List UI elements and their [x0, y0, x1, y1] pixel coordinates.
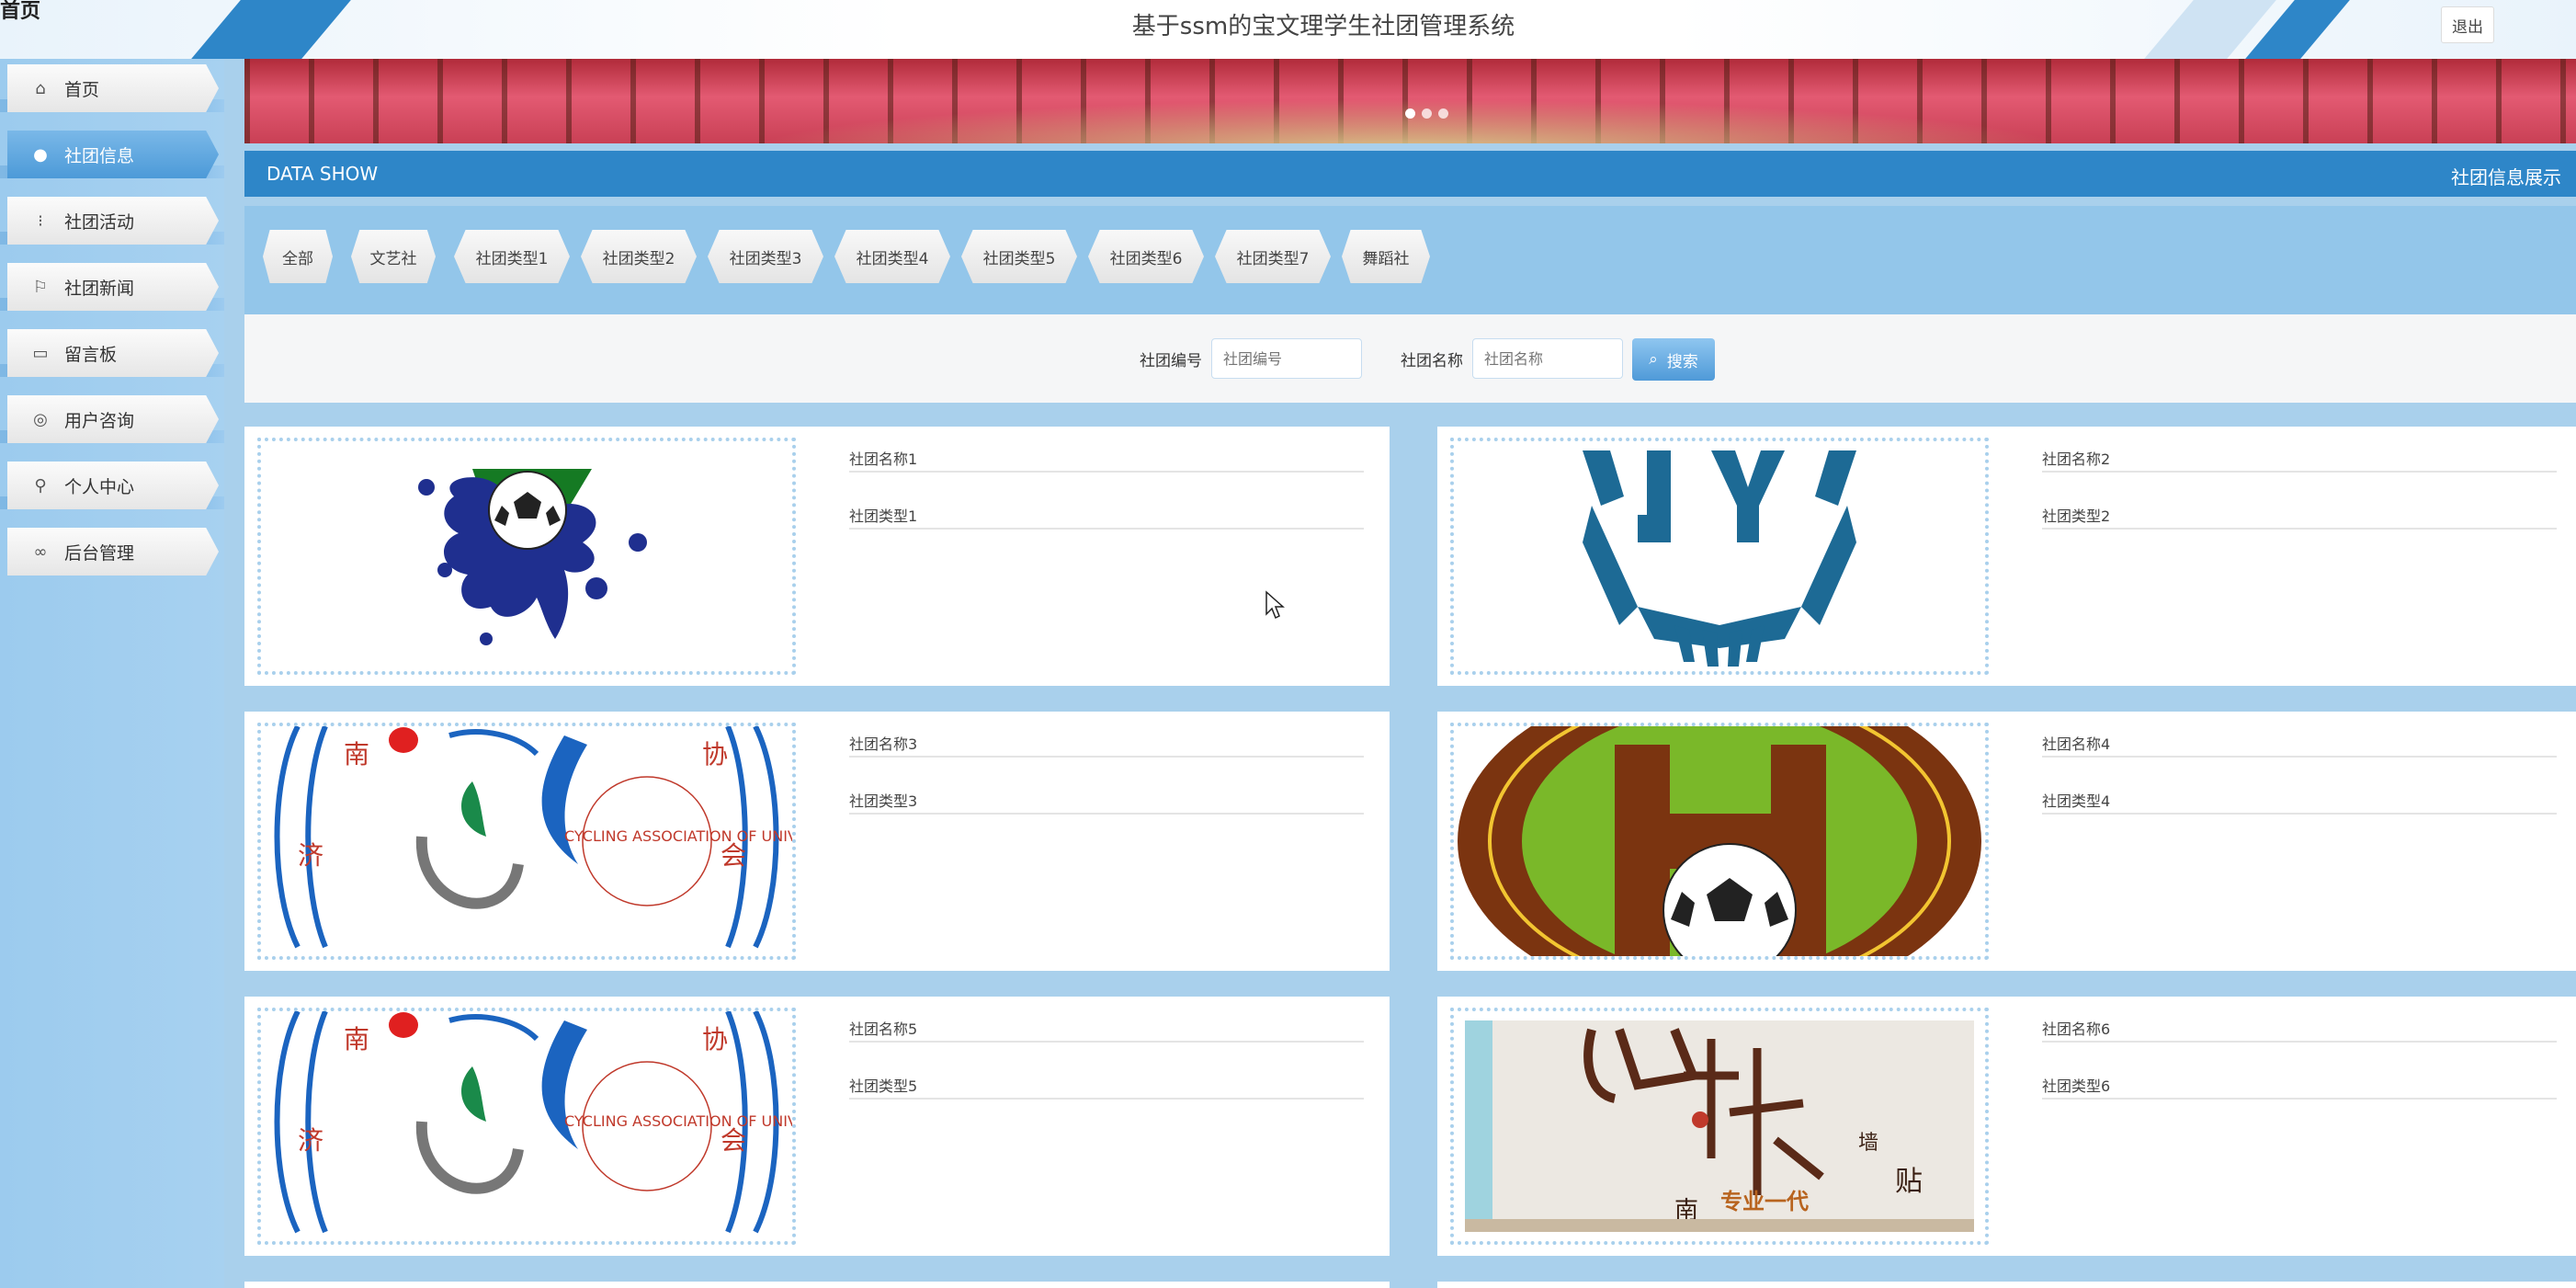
banner-carousel[interactable]	[244, 59, 2576, 143]
category-tab[interactable]: 社团类型3	[708, 230, 823, 283]
main-content: DATA SHOW 社团信息展示 全部 文艺社 社团类型1 社团类型2 社团类型…	[224, 59, 2576, 1288]
sidebar-item-label: 个人中心	[64, 476, 135, 497]
sidebar-item-label: 社团活动	[64, 211, 135, 233]
category-tab[interactable]: 社团类型1	[454, 230, 570, 283]
sliders-icon: ⁝	[38, 211, 43, 231]
club-name: 社团名称1	[849, 447, 1364, 473]
svg-text:济: 济	[298, 840, 323, 871]
sidebar-item-club-info[interactable]: ● 社团信息	[7, 131, 219, 178]
sidebar-item-label: 留言板	[64, 344, 118, 365]
club-card-partial	[244, 1282, 1390, 1288]
club-type: 社团类型3	[849, 789, 1364, 815]
sidebar-item-club-news[interactable]: ⚐ 社团新闻	[7, 263, 219, 311]
category-tab[interactable]: 社团类型4	[834, 230, 950, 283]
sidebar-item-label: 用户咨询	[64, 410, 135, 431]
club-logo-image[interactable]	[257, 438, 796, 675]
svg-text:协: 协	[702, 739, 728, 769]
club-name-label: 社团名称	[1401, 352, 1463, 370]
club-logo-image[interactable]: CYCLING ASSOCIATION OF UNIVERSITY OF JIN…	[257, 1008, 796, 1245]
sidebar-item-label: 后台管理	[64, 542, 135, 564]
search-bar: 社团编号 社团名称 ⌕ 搜索	[244, 314, 2576, 403]
club-type: 社团类型2	[2042, 504, 2557, 530]
search-icon: ⌕	[1649, 350, 1658, 369]
category-tab-all[interactable]: 全部	[263, 230, 333, 283]
site-title: 基于ssm的宝文理学生社团管理系统	[1131, 13, 1515, 40]
sidebar-item-personal-center[interactable]: ⚲ 个人中心	[7, 462, 219, 509]
club-type: 社团类型5	[849, 1074, 1364, 1100]
club-type: 社团类型6	[2042, 1074, 2557, 1100]
club-logo-image[interactable]: 南 专业一代 墙 贴	[1450, 1008, 1989, 1245]
sidebar-item-label: 首页	[64, 79, 100, 100]
top-header: 首页 基于ssm的宝文理学生社团管理系统 退出	[0, 0, 2576, 59]
club-card[interactable]: 社团名称2 社团类型2	[1437, 427, 2576, 686]
category-tab[interactable]: 社团类型5	[961, 230, 1077, 283]
home-icon: ⌂	[35, 78, 46, 98]
logout-button[interactable]: 退出	[2441, 6, 2494, 43]
category-tab[interactable]: 文艺社	[351, 230, 436, 283]
svg-text:济: 济	[298, 1125, 323, 1156]
club-card[interactable]: 南 专业一代 墙 贴 社团名称6 社团类型6	[1437, 997, 2576, 1256]
club-card[interactable]: 社团名称4 社团类型4	[1437, 712, 2576, 971]
section-title-cn: 社团信息展示	[2451, 166, 2561, 188]
club-name: 社团名称2	[2042, 447, 2557, 473]
club-logo-image[interactable]: CYCLING ASSOCIATION OF UNIVERSITY OF JIN…	[257, 723, 796, 960]
carousel-dot[interactable]	[1438, 108, 1448, 119]
circle-icon: ●	[33, 144, 48, 165]
club-type: 社团类型1	[849, 504, 1364, 530]
section-header: DATA SHOW 社团信息展示	[244, 151, 2576, 197]
category-tab[interactable]: 社团类型7	[1215, 230, 1331, 283]
svg-text:南: 南	[344, 739, 369, 769]
club-card-partial	[1437, 1282, 2576, 1288]
sidebar-item-label: 社团新闻	[64, 278, 135, 299]
carousel-dot[interactable]	[1405, 108, 1415, 119]
sidebar-item-user-consult[interactable]: ◎ 用户咨询	[7, 395, 219, 443]
club-card[interactable]: 社团名称1 社团类型1	[244, 427, 1390, 686]
club-name: 社团名称3	[849, 732, 1364, 758]
club-card[interactable]: CYCLING ASSOCIATION OF UNIVERSITY OF JIN…	[244, 712, 1390, 971]
category-tab[interactable]: 社团类型2	[581, 230, 697, 283]
cycling-logo-text: CYCLING ASSOCIATION OF UNIVERSITY OF JIN…	[564, 1112, 792, 1130]
club-name: 社团名称6	[2042, 1017, 2557, 1043]
cycling-logo-text: CYCLING ASSOCIATION OF UNIVERSITY OF JIN…	[564, 827, 792, 845]
club-name: 社团名称5	[849, 1017, 1364, 1043]
sidebar-item-label: 社团信息	[64, 145, 135, 166]
club-name-input[interactable]	[1472, 338, 1623, 379]
club-card[interactable]: CYCLING ASSOCIATION OF UNIVERSITY OF JIN…	[244, 997, 1390, 1256]
svg-text:南: 南	[344, 1024, 369, 1054]
user-icon: ⚲	[34, 475, 47, 496]
search-button-label: 搜索	[1666, 352, 1698, 371]
section-title-en: DATA SHOW	[267, 163, 379, 185]
flag-icon: ⚐	[32, 277, 49, 297]
sidebar-item-home[interactable]: ⌂ 首页	[7, 64, 219, 112]
club-logo-image[interactable]	[1450, 438, 1989, 675]
sidebar-item-club-activities[interactable]: ⁝ 社团活动	[7, 197, 219, 245]
sidebar: ⌂ 首页 ● 社团信息 ⁝ 社团活动 ⚐ 社团新闻 ▭ 留言板 ◎ 用户咨询 ⚲…	[0, 59, 224, 1288]
club-type: 社团类型4	[2042, 789, 2557, 815]
category-filter-bar: 全部 文艺社 社团类型1 社团类型2 社团类型3 社团类型4 社团类型5 社团类…	[244, 206, 2576, 314]
category-tab[interactable]: 社团类型6	[1088, 230, 1204, 283]
note-icon: ▭	[32, 343, 49, 363]
club-id-label: 社团编号	[1140, 352, 1202, 370]
svg-text:会: 会	[721, 1125, 746, 1156]
mouse-cursor-icon	[1265, 590, 1285, 620]
club-name: 社团名称4	[2042, 732, 2557, 758]
svg-text:墙: 墙	[1858, 1132, 1878, 1155]
category-tab[interactable]: 舞蹈社	[1342, 230, 1430, 283]
svg-text:会: 会	[721, 840, 746, 871]
link-icon: ∞	[33, 541, 48, 562]
svg-text:贴: 贴	[1895, 1166, 1923, 1198]
sidebar-item-admin[interactable]: ∞ 后台管理	[7, 528, 219, 576]
svg-text:协: 协	[702, 1024, 728, 1054]
poster-slogan-text: 专业一代	[1720, 1189, 1809, 1214]
club-logo-image[interactable]	[1450, 723, 1989, 960]
carousel-dot[interactable]	[1422, 108, 1432, 119]
club-id-input[interactable]	[1211, 338, 1362, 379]
sidebar-item-message-board[interactable]: ▭ 留言板	[7, 329, 219, 377]
chat-icon: ◎	[33, 409, 48, 429]
search-button[interactable]: ⌕ 搜索	[1632, 338, 1715, 381]
